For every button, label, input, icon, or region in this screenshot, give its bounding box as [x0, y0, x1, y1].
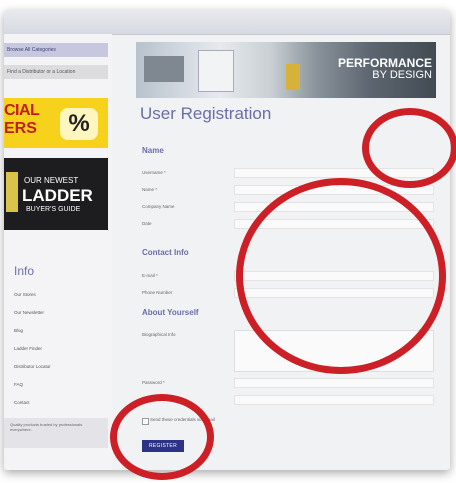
promo-text: BUYER'S GUIDE	[26, 206, 81, 213]
info-link[interactable]: Contact	[14, 400, 30, 405]
sidebar: Browse All Categories Find a Distributor…	[4, 34, 112, 470]
find-distributor-button[interactable]: Find a Distributor or a Location	[4, 65, 108, 79]
banner-image	[198, 50, 234, 92]
header-banner: PERFORMANCE BY DESIGN	[136, 42, 436, 98]
section-heading-name: Name	[142, 146, 164, 155]
annotation-circle	[362, 108, 456, 188]
percent-icon: %	[60, 108, 98, 140]
info-link[interactable]: Our Newsletter	[14, 310, 44, 315]
section-heading-about: About Yourself	[142, 308, 199, 317]
password-label: Password *	[142, 380, 165, 385]
bio-label: Biographical Info	[142, 332, 176, 337]
banner-tagline: PERFORMANCE	[337, 56, 432, 70]
banner-tagline: BY DESIGN	[372, 69, 432, 81]
annotation-circle	[110, 394, 214, 480]
guide-thumbnail	[6, 172, 18, 212]
info-heading: Info	[14, 264, 35, 278]
password-input[interactable]	[234, 378, 434, 388]
repeat-password-input[interactable]	[234, 395, 434, 405]
promo-text: OUR NEWEST	[24, 176, 79, 185]
annotation-circle	[236, 178, 446, 374]
banner-image	[286, 64, 300, 90]
info-link[interactable]: Blog	[14, 328, 23, 333]
email-label: E-mail *	[142, 273, 158, 278]
date-label: Date	[142, 221, 152, 226]
info-link[interactable]: Distributor Locator	[14, 364, 51, 369]
username-label: Username *	[142, 170, 166, 175]
info-link[interactable]: Our Stores	[14, 292, 36, 297]
phone-label: Phone Number	[142, 290, 173, 295]
browser-toolbar	[4, 10, 450, 35]
promo-text: CIAL	[4, 102, 40, 119]
banner-image	[144, 56, 184, 82]
buyers-guide-banner[interactable]: OUR NEWEST LADDER BUYER'S GUIDE	[4, 158, 108, 230]
specials-promo-banner[interactable]: CIAL ERS %	[4, 98, 108, 148]
section-heading-contact: Contact Info	[142, 248, 189, 257]
page-title: User Registration	[140, 104, 272, 123]
name-label: Name *	[142, 187, 158, 192]
company-label: Company Name	[142, 204, 175, 209]
promo-text: LADDER	[22, 186, 93, 205]
sidebar-footer: Quality products trusted by professional…	[4, 418, 108, 448]
info-link[interactable]: FAQ	[14, 382, 23, 387]
info-link[interactable]: Ladder Finder	[14, 346, 42, 351]
promo-text: ERS	[4, 120, 37, 137]
browse-categories-button[interactable]: Browse All Categories	[4, 43, 108, 57]
